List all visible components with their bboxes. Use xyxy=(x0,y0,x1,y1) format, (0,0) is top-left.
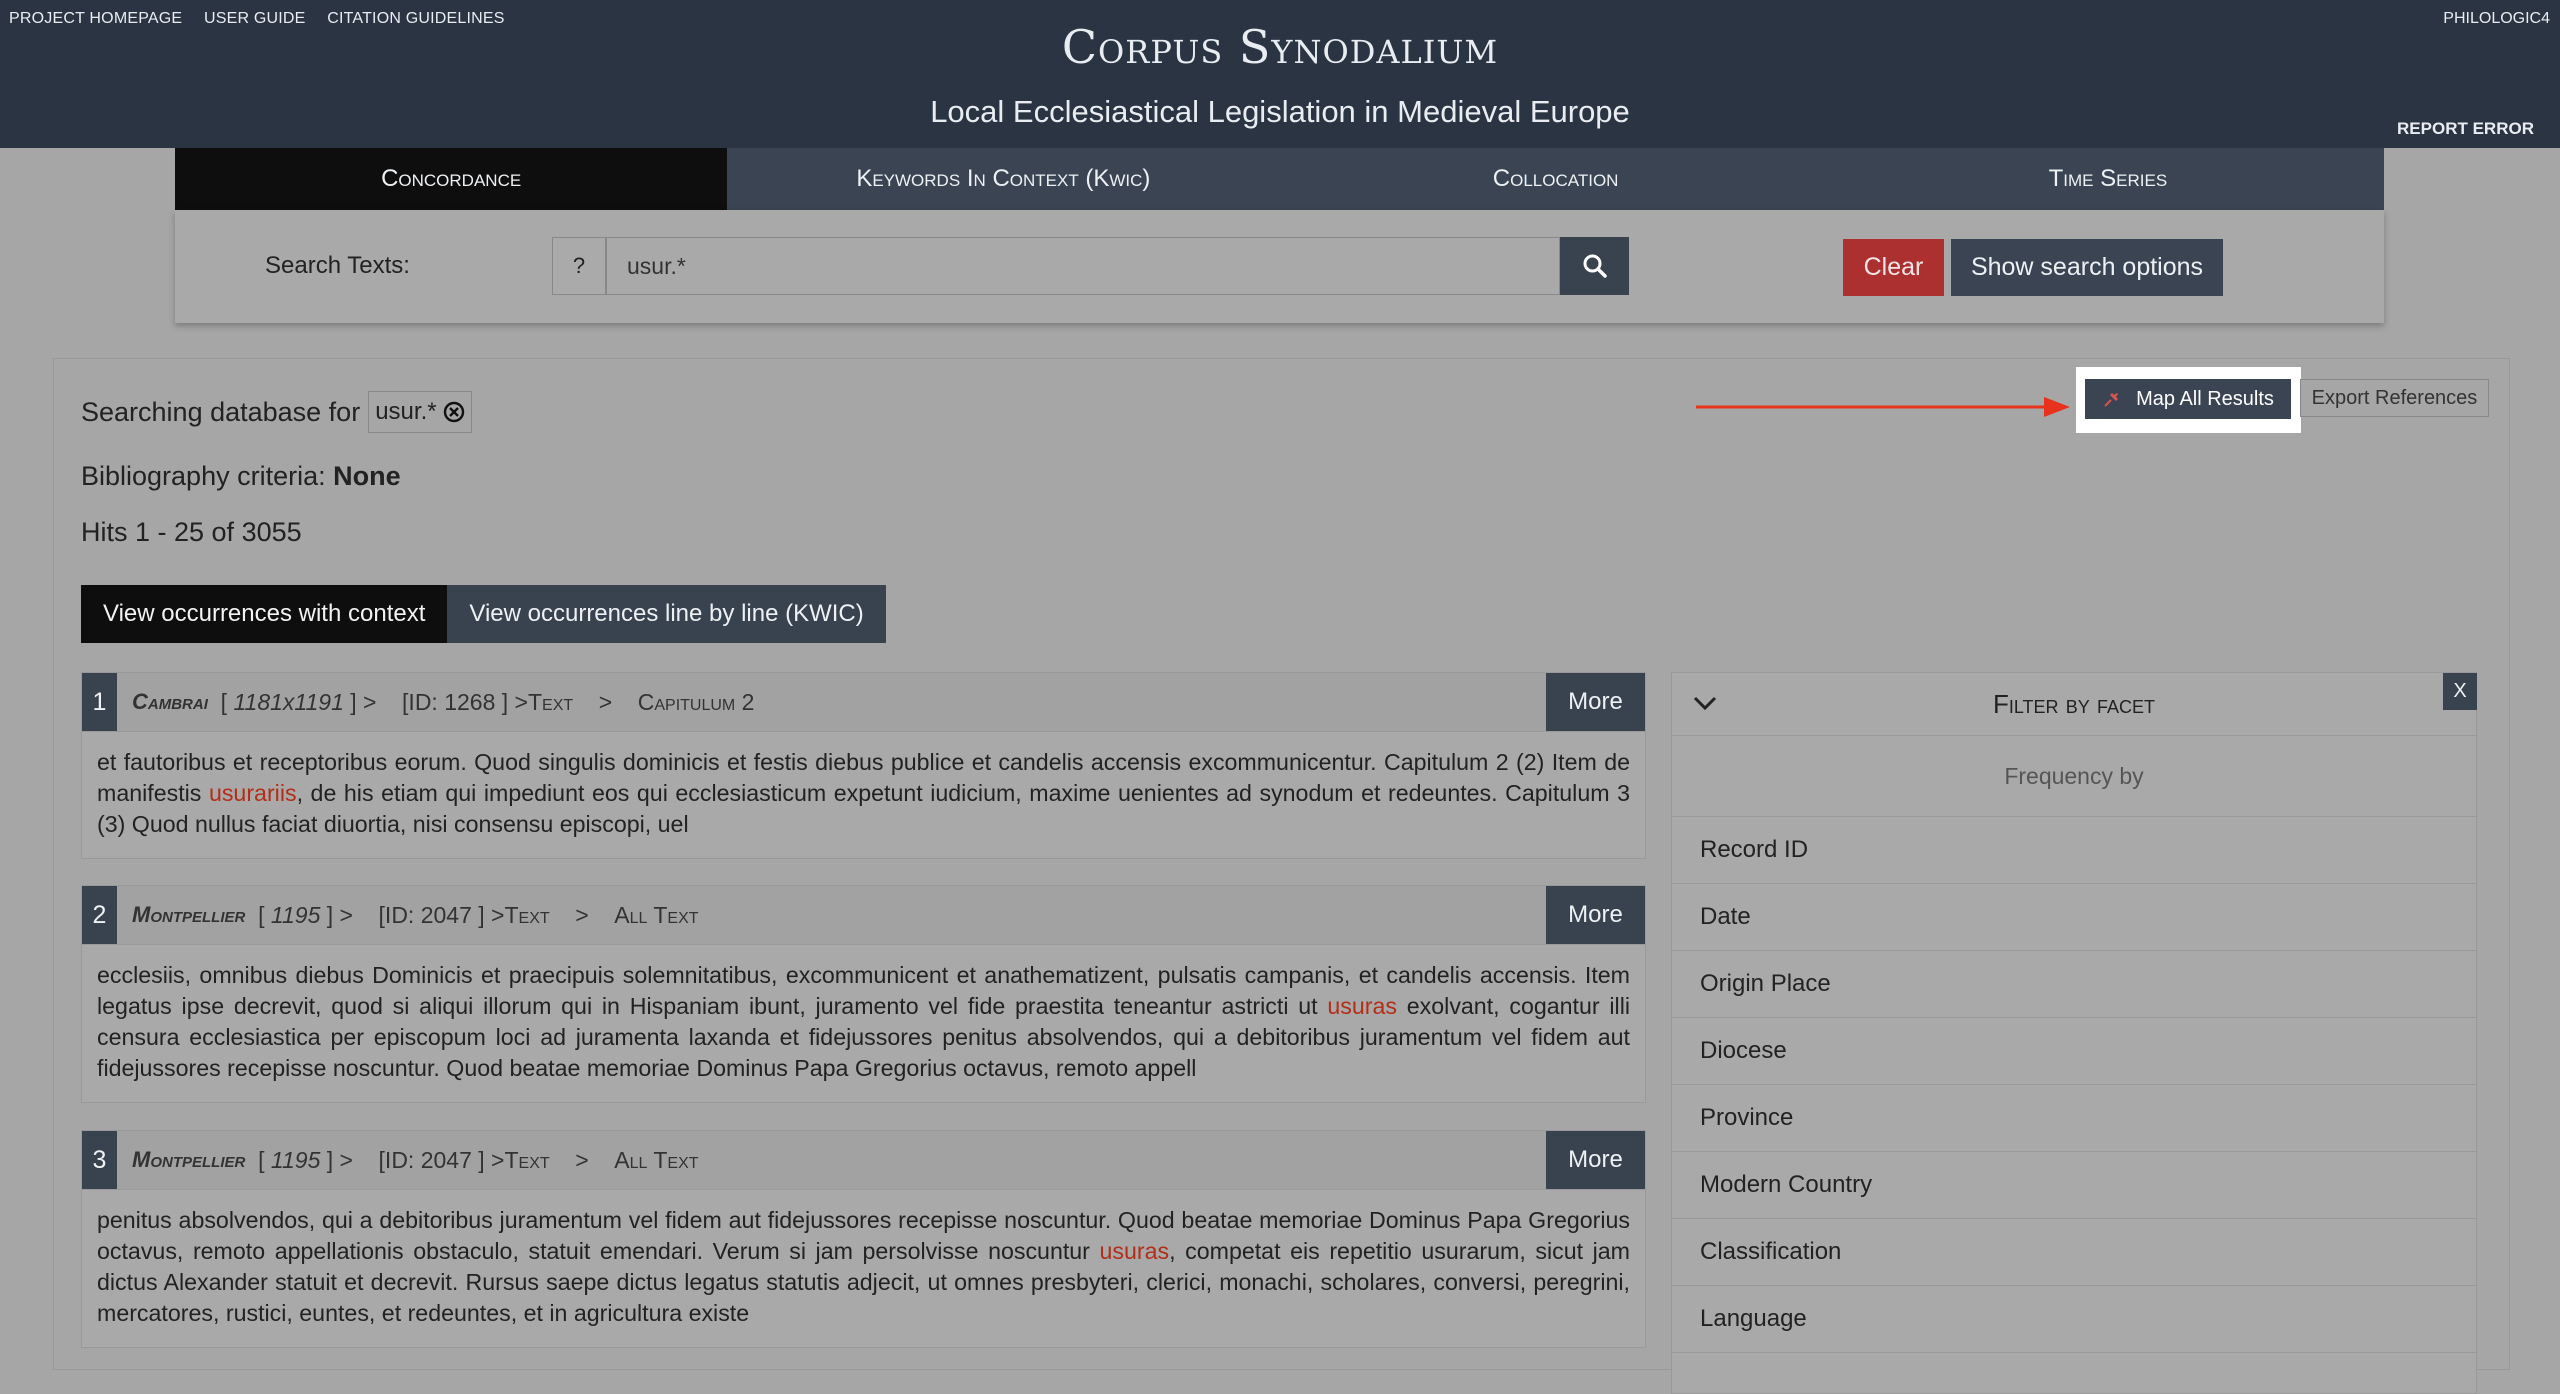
result-number: 2 xyxy=(82,886,117,944)
search-label: Search Texts: xyxy=(265,252,410,279)
facet-date[interactable]: Date xyxy=(1672,884,2476,951)
tab-concordance[interactable]: Concordance xyxy=(175,148,728,210)
facet-record-id[interactable]: Record ID xyxy=(1672,817,2476,884)
chevron-down-icon[interactable] xyxy=(1692,693,1718,713)
facet-title: Filter by facet xyxy=(1992,688,2156,719)
top-header: PROJECT HOMEPAGE USER GUIDE CITATION GUI… xyxy=(0,0,2560,148)
hits-count: Hits 1 - 25 of 3055 xyxy=(81,517,302,547)
citation-date: 1181x1191 xyxy=(233,688,344,715)
citation-place[interactable]: Montpellier xyxy=(132,902,245,928)
citation-id: [ID: 1268 ] > xyxy=(402,688,528,715)
citation-section[interactable]: Capitulum 2 xyxy=(638,689,755,716)
highlighted-term[interactable]: usuras xyxy=(1100,1238,1170,1264)
report-tabs: Concordance Keywords In Context (Kwic) C… xyxy=(175,148,2384,210)
citation-place[interactable]: Cambrai xyxy=(132,689,208,715)
facet-origin-place[interactable]: Origin Place xyxy=(1672,951,2476,1018)
search-help-button[interactable]: ? xyxy=(552,237,606,295)
more-button[interactable]: More xyxy=(1546,1131,1645,1189)
result-context: penitus absolvendos, qui a debitoribus j… xyxy=(82,1190,1645,1347)
map-all-results-button[interactable]: Map All Results xyxy=(2085,379,2291,419)
facet-header[interactable]: Filter by facet X xyxy=(1672,673,2477,736)
citation-id: [ID: 2047 ] > xyxy=(378,901,505,928)
view-context-button[interactable]: View occurrences with context xyxy=(81,585,448,643)
citation-date: 1195 xyxy=(270,1146,321,1173)
result-card: 1 Cambrai [ 1181x1191 ] > [ID: 1268 ] > … xyxy=(81,672,1646,859)
facet-province[interactable]: Province xyxy=(1672,1085,2476,1152)
highlighted-term[interactable]: usurariis xyxy=(209,780,297,806)
circle-x-icon[interactable] xyxy=(443,401,465,423)
result-number: 3 xyxy=(82,1131,117,1189)
search-term-chip: usur.* xyxy=(368,391,472,433)
tab-time-series[interactable]: Time Series xyxy=(1832,148,2384,210)
result-context: ecclesiis, omnibus diebus Dominicis et p… xyxy=(82,945,1645,1102)
more-button[interactable]: More xyxy=(1546,673,1645,731)
view-toggle: View occurrences with context View occur… xyxy=(81,585,886,643)
site-subtitle: Local Ecclesiastical Legislation in Medi… xyxy=(930,94,1630,129)
facet-modern-country[interactable]: Modern Country xyxy=(1672,1152,2476,1219)
result-card-header: 2 Montpellier [ 1195 ] > [ID: 2047 ] > T… xyxy=(82,886,1645,945)
citation-place[interactable]: Montpellier xyxy=(132,1147,245,1173)
search-term: usur.* xyxy=(375,398,437,425)
facet-language[interactable]: Language xyxy=(1672,1286,2476,1353)
view-kwic-button[interactable]: View occurrences line by line (KWIC) xyxy=(447,585,886,643)
citation-text-link[interactable]: Text xyxy=(528,689,573,716)
more-button[interactable]: More xyxy=(1546,886,1645,944)
report-error-link[interactable]: REPORT ERROR xyxy=(2397,119,2534,139)
search-button[interactable] xyxy=(1560,237,1629,295)
result-citation[interactable]: Montpellier [ 1195 ] > [ID: 2047 ] > Tex… xyxy=(132,886,699,944)
searching-label: Searching database for xyxy=(81,396,361,427)
tab-collocation[interactable]: Collocation xyxy=(1280,148,1832,210)
map-all-results-label: Map All Results xyxy=(2136,387,2274,410)
facet-close-button[interactable]: X xyxy=(2443,673,2477,710)
citation-section[interactable]: All Text xyxy=(614,902,698,929)
frequency-by-label: Frequency by xyxy=(1672,736,2476,817)
highlighted-term[interactable]: usuras xyxy=(1327,993,1397,1019)
magnifier-icon xyxy=(1583,254,1607,278)
result-card: 2 Montpellier [ 1195 ] > [ID: 2047 ] > T… xyxy=(81,885,1646,1103)
result-context: et fautoribus et receptoribus eorum. Quo… xyxy=(82,732,1645,858)
biblio-value: None xyxy=(333,461,401,491)
citation-text-link[interactable]: Text xyxy=(505,902,550,929)
search-summary: Searching database for usur.* xyxy=(81,391,472,433)
show-search-options-button[interactable]: Show search options xyxy=(1951,239,2223,296)
citation-id: [ID: 2047 ] > xyxy=(378,1146,505,1173)
result-number: 1 xyxy=(82,673,117,731)
site-title[interactable]: Corpus Synodalium xyxy=(0,20,2560,74)
facet-panel: Filter by facet X Frequency by Record ID… xyxy=(1671,672,2477,1394)
result-card-header: 1 Cambrai [ 1181x1191 ] > [ID: 1268 ] > … xyxy=(82,673,1645,732)
result-citation[interactable]: Montpellier [ 1195 ] > [ID: 2047 ] > Tex… xyxy=(132,1131,699,1189)
search-input[interactable] xyxy=(606,237,1560,295)
context-after: , de his etiam qui impediunt eos qui ecc… xyxy=(97,780,1630,837)
biblio-label: Bibliography criteria: xyxy=(81,461,326,491)
red-arrow-annotation xyxy=(1696,397,2070,417)
citation-date: 1195 xyxy=(270,901,321,928)
citation-text-link[interactable]: Text xyxy=(505,1147,550,1174)
tab-kwic[interactable]: Keywords In Context (Kwic) xyxy=(727,148,1279,210)
bibliography-criteria: Bibliography criteria: None xyxy=(81,461,401,492)
result-card-header: 3 Montpellier [ 1195 ] > [ID: 2047 ] > T… xyxy=(82,1131,1645,1190)
clear-button[interactable]: Clear xyxy=(1843,239,1944,296)
citation-section[interactable]: All Text xyxy=(614,1147,698,1174)
export-references-button[interactable]: Export References xyxy=(2300,379,2489,417)
results-panel: Searching database for usur.* Bibliograp… xyxy=(53,358,2510,1394)
result-citation[interactable]: Cambrai [ 1181x1191 ] > [ID: 1268 ] > Te… xyxy=(132,673,754,731)
facet-diocese[interactable]: Diocese xyxy=(1672,1018,2476,1085)
search-panel: Search Texts: ? Clear Show search option… xyxy=(175,210,2384,323)
facet-classification[interactable]: Classification xyxy=(1672,1219,2476,1286)
result-card: 3 Montpellier [ 1195 ] > [ID: 2047 ] > T… xyxy=(81,1130,1646,1348)
map-pin-icon xyxy=(2104,393,2119,407)
